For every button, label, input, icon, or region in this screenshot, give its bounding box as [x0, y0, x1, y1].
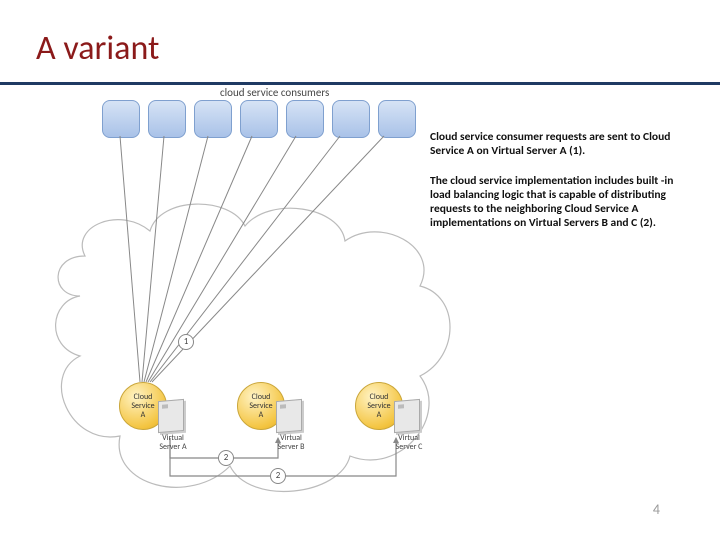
- diagram-area: cloud service consumers: [40, 86, 470, 526]
- server-box-a: [158, 399, 184, 433]
- step-2a-annotation: 2: [218, 450, 234, 466]
- explanation-column: Cloud service consumer requests are sent…: [430, 130, 690, 246]
- step-1-annotation: 1: [178, 334, 194, 350]
- slide-title: A variant: [36, 28, 159, 69]
- step-2b-annotation: 2: [270, 468, 286, 484]
- server-a-label: VirtualServer A: [152, 434, 194, 452]
- server-box-b: [276, 399, 302, 433]
- connection-lines: [40, 86, 470, 526]
- page-number: 4: [653, 501, 660, 518]
- title-rule: [0, 82, 720, 85]
- paragraph-2: The cloud service implementation include…: [430, 174, 690, 230]
- server-b-label: VirtualServer B: [270, 434, 312, 452]
- server-c-label: VirtualServer C: [388, 434, 430, 452]
- paragraph-1: Cloud service consumer requests are sent…: [430, 130, 690, 158]
- server-box-c: [394, 399, 420, 433]
